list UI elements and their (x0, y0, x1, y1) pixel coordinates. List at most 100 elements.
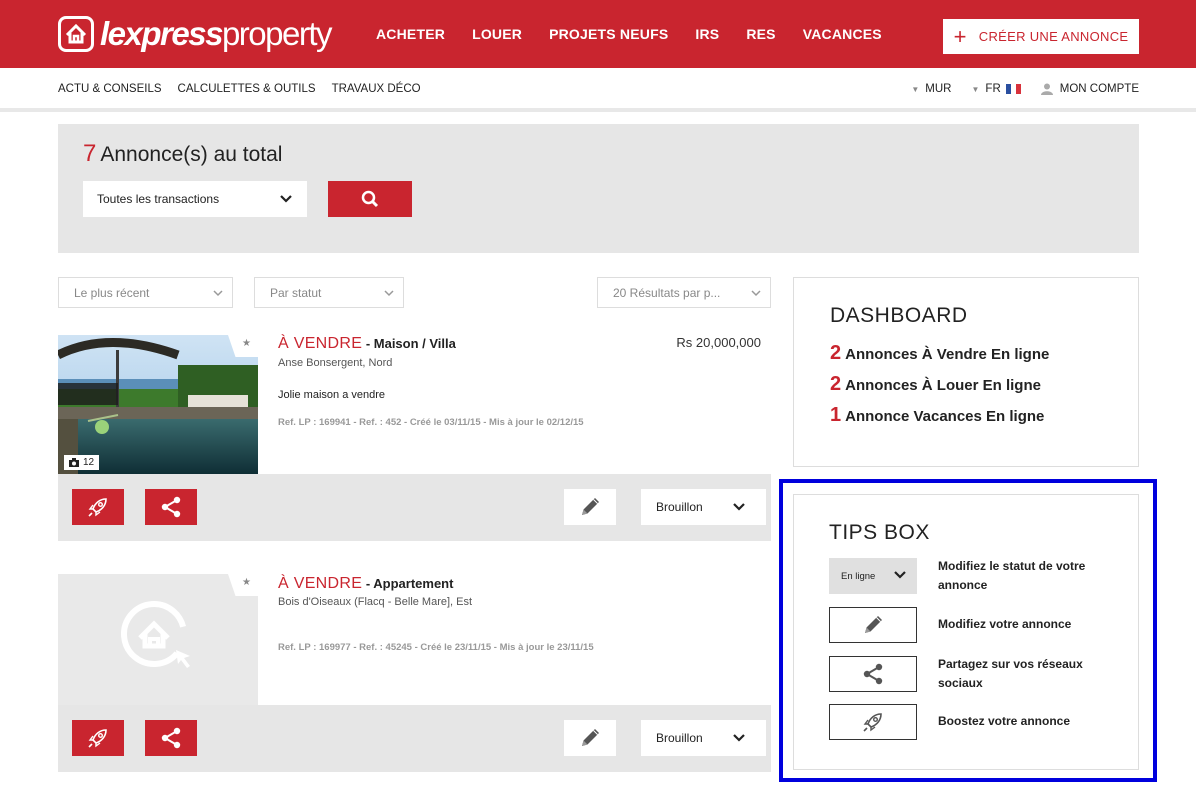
logo[interactable]: lexpressproperty (58, 14, 333, 54)
dashboard-title: DASHBOARD (830, 304, 968, 327)
listing-subtype: - Maison / Villa (362, 336, 456, 351)
rocket-icon (88, 498, 107, 517)
photo-count: 12 (83, 457, 95, 468)
chevron-down-icon (751, 290, 761, 297)
share-button[interactable] (145, 489, 197, 525)
logo-text-light: property (221, 15, 333, 52)
sort-select-value: Le plus récent (74, 285, 150, 300)
edit-button[interactable] (564, 489, 616, 525)
transaction-select[interactable]: Toutes les transactions (83, 181, 307, 217)
tips-box: TIPS BOX En ligne Modifiez le statut de … (793, 494, 1139, 770)
edit-button[interactable] (564, 720, 616, 756)
favorite-tag[interactable]: ★ (228, 574, 258, 596)
listing-count-label: Annonce(s) au total (100, 143, 283, 166)
main-nav: ACHETER LOUER PROJETS NEUFS IRS RES VACA… (376, 25, 909, 43)
pencil-icon (865, 616, 882, 633)
listing-photo[interactable]: ★ 12 (58, 335, 258, 474)
listing-actions: Brouillon (58, 474, 771, 541)
subnav-actu[interactable]: ACTU & CONSEILS (58, 83, 162, 95)
villa-pool-photo (58, 335, 258, 474)
status-select[interactable]: Brouillon (641, 720, 766, 756)
nav-vacances[interactable]: VACANCES (803, 25, 882, 43)
listing-reference: Ref. LP : 169941 - Ref. : 452 - Créé le … (278, 417, 584, 428)
listing-card: ★ 12 À VENDRE - Maison / Villa Anse Bons… (58, 335, 771, 541)
chevron-down-icon (384, 290, 394, 297)
chevron-down-icon (280, 195, 292, 203)
listing-title[interactable]: À VENDRE - Maison / Villa (278, 335, 456, 353)
photo-count-badge: 12 (64, 455, 100, 470)
nav-acheter[interactable]: ACHETER (376, 25, 445, 43)
tip-status-example: En ligne (829, 558, 917, 594)
subnav-calculettes[interactable]: CALCULETTES & OUTILS (178, 83, 316, 95)
nav-projets-neufs[interactable]: PROJETS NEUFS (549, 25, 668, 43)
star-icon: ★ (242, 338, 251, 349)
dashboard-row-label: Annonces À Louer En ligne (845, 377, 1041, 394)
top-bar: lexpressproperty ACHETER LOUER PROJETS N… (0, 0, 1196, 68)
tip-text-boost: Boostez votre annonce (938, 714, 1071, 728)
listing-description: Jolie maison a vendre (278, 389, 386, 401)
sort-select[interactable]: Le plus récent (58, 277, 233, 308)
listing-title[interactable]: À VENDRE - Appartement (278, 575, 453, 593)
triangle-down-icon: ▼ (971, 84, 980, 94)
listing-location: Anse Bonsergent, Nord (278, 357, 393, 369)
tip-share-example (829, 656, 917, 692)
house-placeholder-icon (121, 601, 190, 668)
share-button[interactable] (145, 720, 197, 756)
transaction-select-value: Toutes les transactions (97, 192, 220, 206)
status-select-value: Brouillon (656, 500, 703, 514)
dashboard-row-label: Annonce Vacances En ligne (845, 408, 1045, 425)
account-link[interactable]: MON COMPTE (1040, 83, 1139, 95)
pencil-icon (582, 729, 599, 746)
dashboard-row-vacances[interactable]: 1 Annonce Vacances En ligne (830, 404, 1044, 427)
tip-boost-example (829, 704, 917, 740)
nav-louer[interactable]: LOUER (472, 25, 522, 43)
search-button[interactable] (328, 181, 412, 217)
chevron-down-icon (733, 734, 745, 742)
currency-label: MUR (925, 83, 952, 95)
language-dropdown[interactable]: ▼ FR (972, 83, 1021, 95)
listing-type: À VENDRE (278, 575, 363, 592)
dashboard-row-rent[interactable]: 2 Annonces À Louer En ligne (830, 373, 1041, 396)
status-select[interactable]: Brouillon (641, 489, 766, 525)
plus-icon: + (953, 23, 967, 49)
listing-total: 7 Annonce(s) au total (83, 140, 282, 168)
chevron-down-icon (733, 503, 745, 511)
nav-irs[interactable]: IRS (695, 25, 719, 43)
dashboard-row-sale[interactable]: 2 Annonces À Vendre En ligne (830, 342, 1049, 365)
nav-res[interactable]: RES (746, 25, 775, 43)
subnav-travaux[interactable]: TRAVAUX DÉCO (332, 83, 421, 95)
tip-status-label: En ligne (841, 570, 876, 582)
boost-button[interactable] (72, 720, 124, 756)
dashboard-panel: DASHBOARD 2 Annonces À Vendre En ligne 2A… (793, 277, 1139, 467)
french-flag-icon (1005, 84, 1021, 94)
status-filter-select[interactable]: Par statut (254, 277, 404, 308)
boost-button[interactable] (72, 489, 124, 525)
listing-actions: Brouillon (58, 705, 771, 772)
per-page-select[interactable]: 20 Résultats par p... (597, 277, 771, 308)
tip-text-share: Partagez sur vos réseaux sociaux (938, 657, 1083, 690)
listing-photo-placeholder[interactable]: ★ (58, 574, 258, 705)
listing-subtype: - Appartement (362, 576, 454, 591)
dashboard-row-label: Annonces À Vendre En ligne (845, 346, 1050, 363)
dashboard-count: 1 (830, 404, 842, 426)
create-listing-label: CRÉER UNE ANNONCE (978, 29, 1129, 44)
logo-text-bold: lexpress (100, 15, 223, 52)
tip-edit-example (829, 607, 917, 643)
rocket-icon (863, 713, 882, 732)
user-icon (1040, 83, 1053, 95)
share-icon (161, 496, 181, 518)
currency-dropdown[interactable]: ▼ MUR (911, 83, 951, 95)
pencil-icon (582, 498, 599, 515)
triangle-down-icon: ▼ (911, 84, 920, 94)
account-label: MON COMPTE (1059, 83, 1139, 95)
status-filter-value: Par statut (270, 285, 322, 300)
listing-count: 7 (83, 140, 97, 167)
tip-text-edit: Modifiez votre annonce (938, 617, 1072, 631)
create-listing-button[interactable]: + CRÉER UNE ANNONCE (943, 19, 1139, 54)
per-page-value: 20 Résultats par p... (613, 285, 721, 300)
share-icon (863, 663, 883, 685)
rocket-icon (88, 729, 107, 748)
search-icon (361, 190, 379, 208)
dashboard-count: 2 (830, 342, 842, 364)
sub-nav: ACTU & CONSEILS CALCULETTES & OUTILS TRA… (0, 68, 1196, 112)
